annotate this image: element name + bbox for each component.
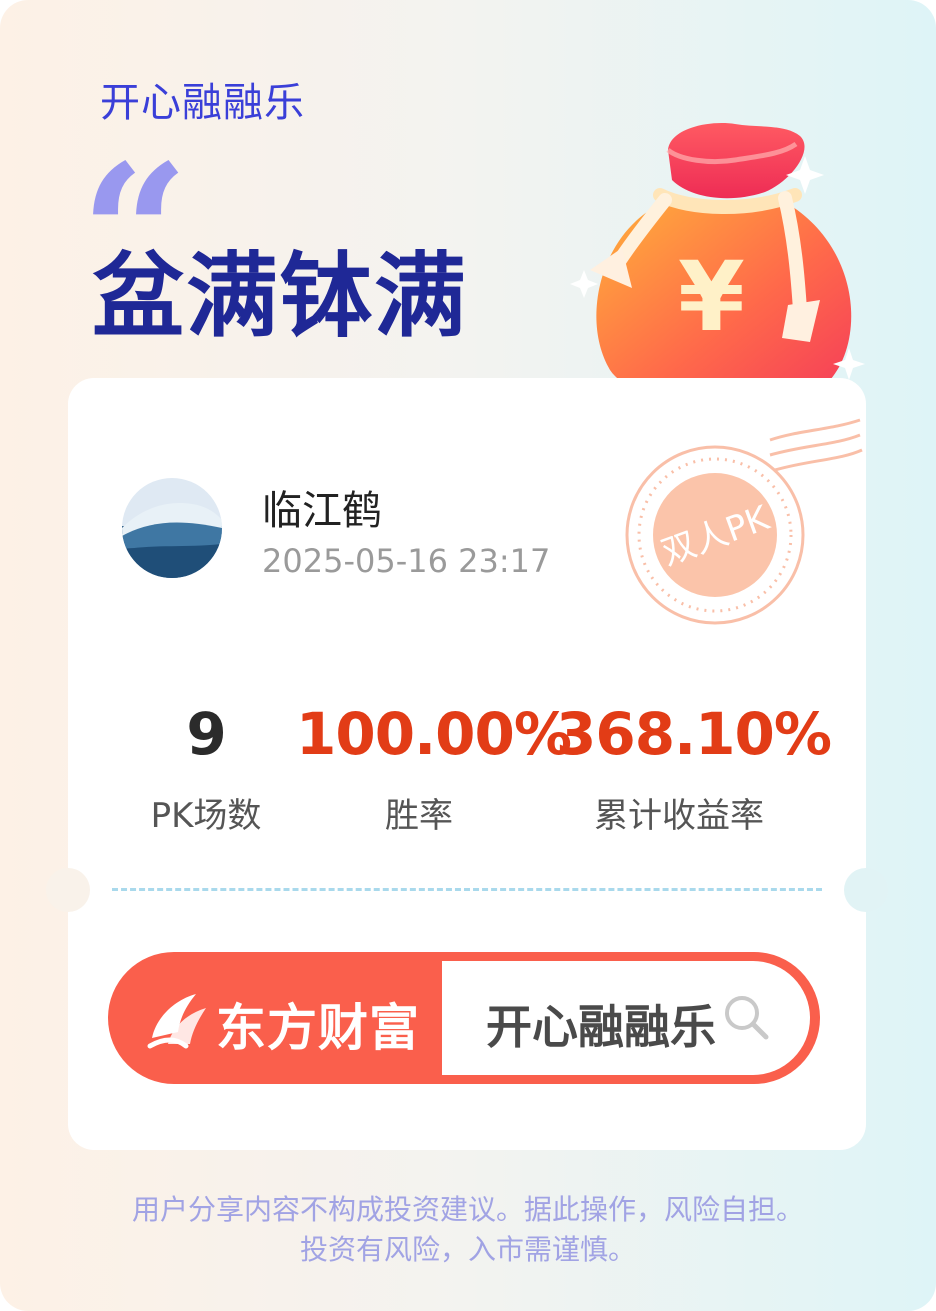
search-icon[interactable] [720, 991, 774, 1045]
brand-search-bar[interactable]: 东方财富 开心融融乐 [108, 952, 820, 1084]
pk-stamp: 双人PK [620, 400, 870, 640]
dashed-divider [112, 888, 822, 891]
cumulative-return-value: 368.10% [556, 700, 832, 768]
win-rate-label: 胜率 [385, 796, 453, 836]
share-poster: 开心融融乐 “ 盆满钵满 ¥ 双人PK 临江鹤 2025-05-16 23:17… [0, 0, 936, 1311]
disclaimer-line-2: 投资有风险，入市需谨慎。 [299, 1233, 636, 1266]
wave-avatar-icon [122, 478, 222, 578]
card-notch-left [46, 868, 90, 912]
share-datetime: 2025-05-16 23:17 [262, 542, 551, 580]
user-name: 临江鹤 [262, 488, 382, 534]
avatar[interactable] [122, 478, 222, 578]
cumulative-return-label: 累计收益率 [594, 796, 764, 836]
stamp-icon: 双人PK [625, 418, 863, 625]
brand-section: 东方财富 [108, 952, 442, 1084]
search-query: 开心融融乐 [486, 1000, 716, 1054]
brand-name: 东方财富 [216, 999, 420, 1057]
win-rate-value: 100.00% [296, 700, 572, 768]
card-notch-right [844, 868, 888, 912]
headline-title: 盆满钵满 [92, 243, 469, 350]
eastmoney-logo-icon [147, 994, 206, 1049]
search-input[interactable]: 开心融融乐 [442, 961, 810, 1075]
app-name: 开心融融乐 [100, 80, 305, 126]
pk-count-label: PK场数 [150, 796, 262, 836]
pk-count-value: 9 [186, 700, 226, 768]
risk-disclaimer: 用户分享内容不构成投资建议。据此操作，风险自担。 投资有风险，入市需谨慎。 [0, 1190, 936, 1270]
svg-text:¥: ¥ [678, 241, 745, 353]
disclaimer-line-1: 用户分享内容不构成投资建议。据此操作，风险自担。 [131, 1193, 804, 1226]
